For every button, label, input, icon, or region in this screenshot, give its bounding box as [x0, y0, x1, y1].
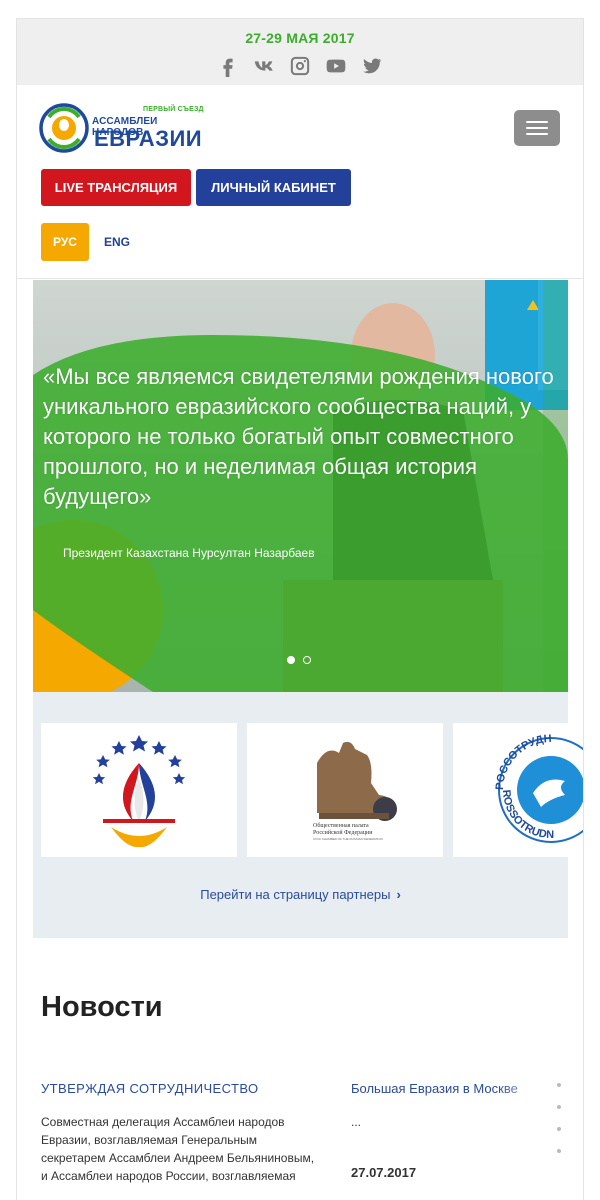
- news-item-2-fade: [497, 1077, 557, 1099]
- site-logo[interactable]: ПЕРВЫЙ СЪЕЗД АССАМБЛЕИ НАРОДОВ ЕВРАЗИИ: [39, 103, 209, 159]
- partner-logo-stars-flame-icon: [92, 735, 186, 848]
- news-section-title: Новости: [41, 991, 163, 1023]
- partner-card-2[interactable]: Общественная палата Российской Федерации…: [247, 723, 443, 857]
- site-header: ПЕРВЫЙ СЪЕЗД АССАМБЛЕИ НАРОДОВ ЕВРАЗИИ L…: [17, 85, 583, 279]
- svg-text:CIVIC CHAMBER OF THE RUSSIAN F: CIVIC CHAMBER OF THE RUSSIAN FEDERATION: [313, 837, 383, 841]
- partner-logo-public-chamber-icon: Общественная палата Российской Федерации…: [313, 741, 397, 841]
- hero-quote: «Мы все являемся свидетелями рождения но…: [43, 364, 554, 509]
- partners-link-label: Перейти на страницу партнеры: [200, 887, 391, 902]
- lang-ru-button[interactable]: РУС: [41, 223, 89, 261]
- chevron-right-icon: ›: [396, 887, 401, 902]
- hamburger-icon: [526, 121, 548, 123]
- news-side-indicator: [557, 1083, 563, 1171]
- partner-card-1[interactable]: [41, 723, 237, 857]
- event-date: 27-29 МАЯ 2017: [245, 30, 355, 46]
- personal-cabinet-button[interactable]: ЛИЧНЫЙ КАБИНЕТ: [196, 169, 351, 206]
- hero-slider[interactable]: «Мы все являемся свидетелями рождения но…: [33, 280, 568, 692]
- slider-pagination: [287, 656, 311, 664]
- page-frame: 27-29 МАЯ 2017 ПЕРВЫЙ СЪЕЗД АССАМБЛЕИ НА…: [16, 18, 584, 1200]
- slider-dot-1[interactable]: [287, 656, 295, 664]
- partner-logo-dove-icon: РОССОТРУДН ROSSOTRUDN: [494, 733, 583, 843]
- menu-toggle-button[interactable]: [514, 110, 560, 146]
- partner-card-3[interactable]: РОССОТРУДН ROSSOTRUDN: [453, 723, 583, 857]
- hero-author: Президент Казахстана Нурсултан Назарбаев: [63, 546, 315, 560]
- partners-section: Общественная палата Российской Федерации…: [33, 692, 583, 938]
- slider-dot-2[interactable]: [303, 656, 311, 664]
- news-item-1-text: Совместная делегация Ассамблеи народов Е…: [41, 1115, 315, 1183]
- news-item-2-text: ...: [351, 1115, 362, 1129]
- facebook-icon[interactable]: [217, 55, 239, 77]
- social-links: [17, 55, 583, 77]
- live-stream-button[interactable]: LIVE ТРАНСЛЯЦИЯ: [41, 169, 191, 206]
- twitter-icon[interactable]: [361, 55, 383, 77]
- partners-page-link[interactable]: Перейти на страницу партнеры ›: [33, 887, 568, 902]
- lang-en-button[interactable]: ENG: [97, 223, 137, 261]
- news-item-1-title[interactable]: УТВЕРЖДАЯ СОТРУДНИЧЕСТВО: [41, 1081, 258, 1096]
- logo-small-text: ПЕРВЫЙ СЪЕЗД: [143, 106, 204, 113]
- instagram-icon[interactable]: [289, 55, 311, 77]
- news-item-2-date: 27.07.2017: [351, 1165, 417, 1180]
- svg-text:Общественная палата: Общественная палата: [313, 822, 369, 829]
- svg-text:Российской Федерации: Российской Федерации: [313, 829, 373, 836]
- youtube-icon[interactable]: [325, 55, 347, 77]
- logo-emblem-icon: [39, 103, 89, 153]
- vk-icon[interactable]: [253, 55, 275, 77]
- logo-big-text: ЕВРАЗИИ: [94, 126, 203, 151]
- top-bar: 27-29 МАЯ 2017: [17, 19, 583, 85]
